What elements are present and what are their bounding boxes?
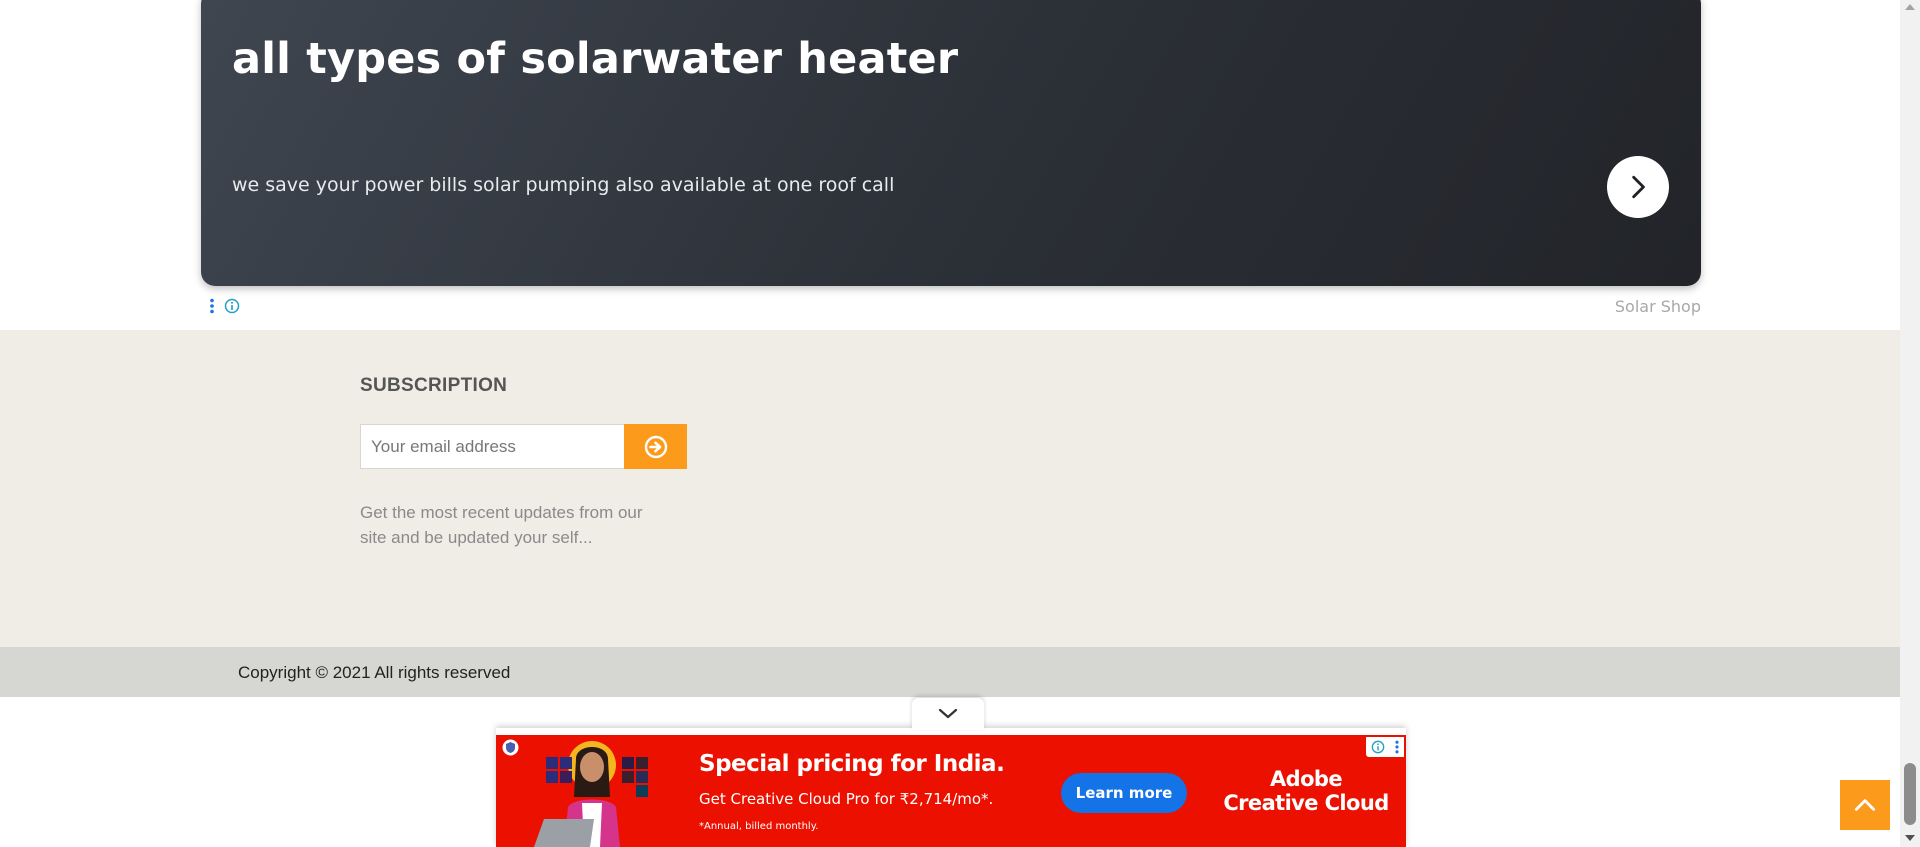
subscribe-button[interactable] (624, 424, 687, 469)
subscription-heading: SUBSCRIPTION (360, 375, 508, 396)
scroll-down-arrow-icon[interactable] (1905, 835, 1915, 841)
scrollbar-thumb[interactable] (1904, 763, 1916, 825)
copyright-text: Copyright © 2021 All rights reserved (238, 663, 511, 682)
banner-headline[interactable]: Special pricing for India. (699, 751, 1005, 777)
subscription-section: SUBSCRIPTION Get the most recent updates… (0, 330, 1900, 647)
info-icon[interactable] (1371, 740, 1385, 754)
subscription-description: Get the most recent updates from our sit… (360, 503, 643, 547)
chevron-down-icon (938, 708, 958, 719)
ad-options-icon[interactable] (209, 298, 215, 314)
chevron-right-icon (1632, 175, 1645, 199)
page-scrollbar[interactable] (1900, 0, 1920, 847)
chevron-up-icon (1854, 799, 1876, 811)
page: all types of solarwater heater we save y… (0, 0, 1920, 847)
adobe-banner-ad[interactable]: Special pricing for India. Get Creative … (496, 735, 1406, 847)
scroll-up-arrow-icon[interactable] (1905, 4, 1915, 10)
adobe-creative-cloud-logo[interactable]: Adobe Creative Cloud (1196, 767, 1406, 815)
arrow-circle-right-icon (644, 435, 667, 458)
ad-next-button[interactable] (1607, 156, 1669, 218)
woman-with-laptop-image (534, 741, 648, 847)
more-options-icon[interactable] (1394, 740, 1400, 754)
ad-source-label[interactable]: Solar Shop (1500, 297, 1701, 316)
native-ad-card[interactable]: all types of solarwater heater we save y… (201, 0, 1701, 286)
brand-line-1: Adobe (1270, 767, 1343, 791)
ad-title[interactable]: all types of solarwater heater (232, 34, 958, 84)
shield-icon (502, 739, 519, 756)
adchoices-controls[interactable] (1366, 737, 1404, 757)
anchor-ad-collapse-button[interactable] (912, 698, 984, 730)
back-to-top-button[interactable] (1840, 780, 1890, 830)
ad-subtitle[interactable]: we save your power bills solar pumping a… (232, 174, 894, 196)
banner-fine-print: *Annual, billed monthly. (699, 821, 819, 832)
banner-offer-text[interactable]: Get Creative Cloud Pro for ₹2,714/mo*. (699, 790, 993, 808)
brand-line-2: Creative Cloud (1223, 791, 1389, 815)
ad-info-icon[interactable] (224, 298, 240, 314)
copyright-bar: Copyright © 2021 All rights reserved (0, 647, 1900, 697)
email-input[interactable] (360, 424, 625, 469)
learn-more-button[interactable]: Learn more (1061, 773, 1187, 813)
